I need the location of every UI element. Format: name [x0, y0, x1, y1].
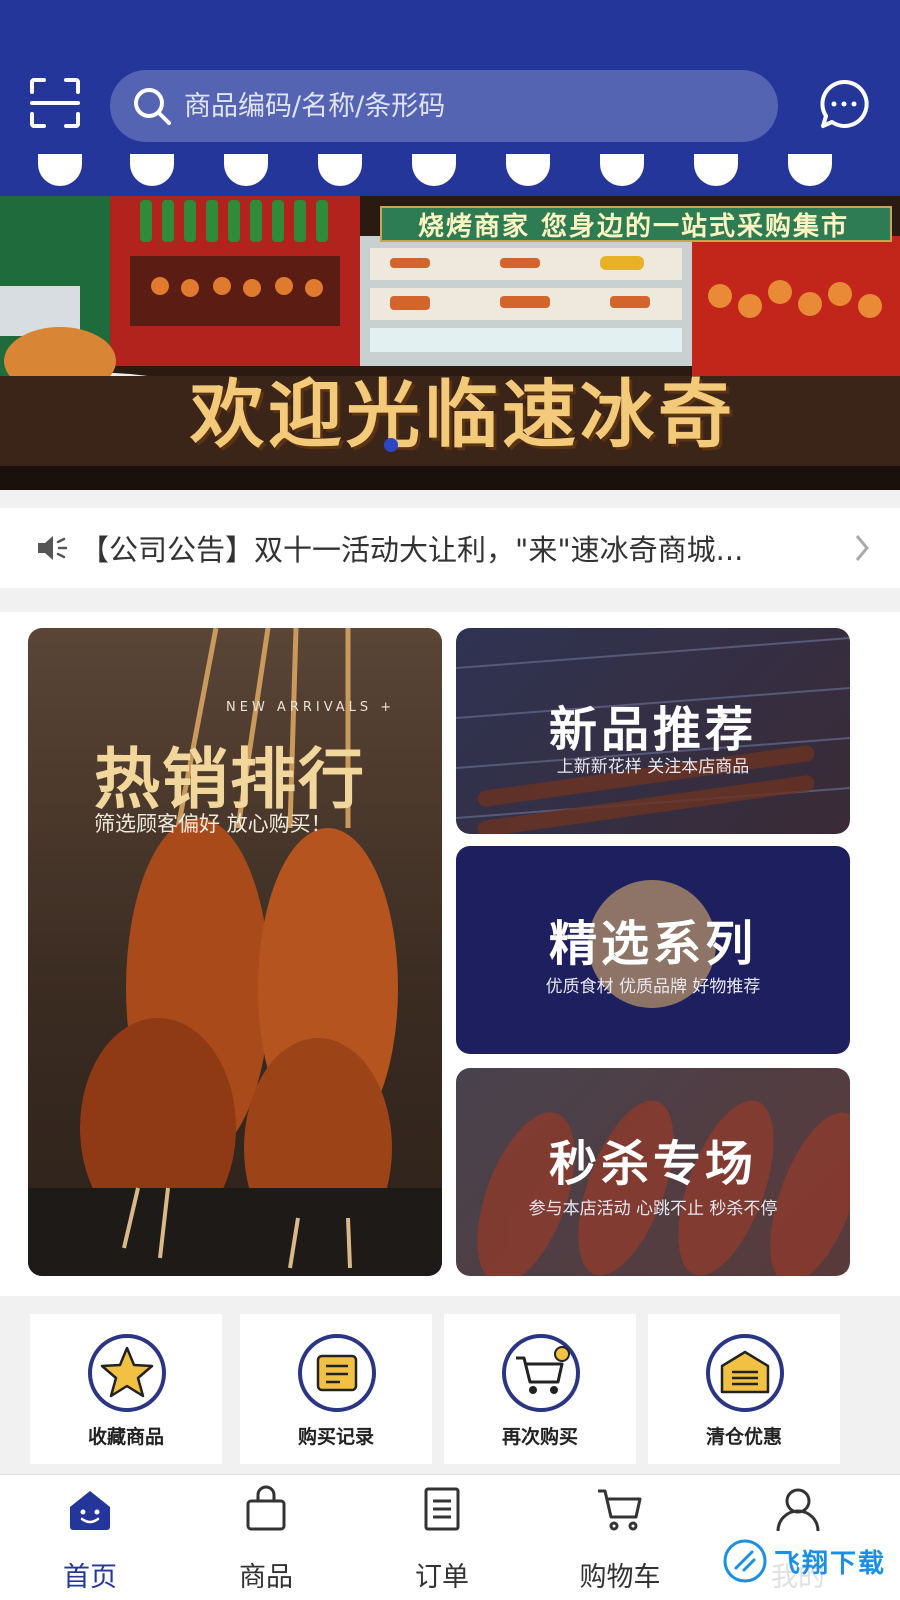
shortcut-label: 收藏商品 [87, 1426, 164, 1448]
bag-icon [246, 1485, 286, 1531]
cart-add-icon [502, 1334, 580, 1412]
announcement-text: 【公司公告】双十一活动大让利，"来"速冰奇商城... [80, 533, 744, 567]
carousel-indicator[interactable] [384, 438, 398, 452]
cart-icon [598, 1489, 642, 1531]
scan-icon[interactable] [28, 76, 82, 130]
nav-orders[interactable]: 订单 [352, 1475, 532, 1600]
selected-series-card[interactable]: 精选系列 优质食材 优质品牌 好物推荐 [456, 846, 850, 1054]
selected-series-subtitle: 优质食材 优质品牌 好物推荐 [545, 977, 761, 997]
watermark-logo-icon [723, 1539, 767, 1583]
new-arrivals-card[interactable]: 新品推荐 上新新花样 关注本店商品 [456, 628, 850, 834]
warehouse-icon [706, 1334, 784, 1412]
shortcut-label: 购买记录 [297, 1426, 374, 1448]
shortcut-row: 收藏商品 购买记录 再次购买 清仓优惠 [0, 1296, 900, 1464]
announcement-bar[interactable]: 【公司公告】双十一活动大让利，"来"速冰奇商城... [0, 508, 900, 588]
promo-section: NEW ARRIVALS + 热销排行 筛选顾客偏好 放心购买！ 新品推荐 上新… [0, 612, 900, 1296]
awning-decoration [0, 150, 900, 200]
nav-label: 购物车 [579, 1562, 661, 1593]
star-icon [88, 1334, 166, 1412]
nav-label: 订单 [415, 1562, 469, 1593]
search-input[interactable] [184, 90, 744, 122]
nav-products[interactable]: 商品 [176, 1475, 356, 1600]
shortcut-label: 清仓优惠 [705, 1426, 782, 1448]
hot-ranking-en: NEW ARRIVALS + [226, 700, 396, 715]
seckill-title: 秒杀专场 [548, 1136, 757, 1192]
order-list-icon [424, 1487, 460, 1531]
home-icon [70, 1491, 110, 1530]
chat-bubble-icon[interactable] [818, 78, 870, 130]
user-icon [776, 1488, 820, 1532]
search-icon [134, 88, 171, 125]
shortcut-buy-again[interactable]: 再次购买 [444, 1314, 636, 1464]
hot-ranking-card[interactable]: NEW ARRIVALS + 热销排行 筛选顾客偏好 放心购买！ [28, 628, 442, 1276]
shortcut-favorites[interactable]: 收藏商品 [30, 1314, 222, 1464]
app-screen: 烧烤商家 您身边的一站式采购集市 欢迎光临速冰奇 【公司公告】双十一活动大让利，… [0, 0, 900, 1600]
seckill-card[interactable]: 秒杀专场 参与本店活动 心跳不止 秒杀不停 [456, 1068, 850, 1276]
speaker-icon [38, 536, 68, 560]
selected-series-title: 精选系列 [548, 916, 757, 972]
shortcut-label: 再次购买 [501, 1426, 578, 1448]
nav-label: 首页 [63, 1562, 117, 1593]
scroll-icon [298, 1334, 376, 1412]
nav-cart[interactable]: 购物车 [530, 1475, 710, 1600]
shortcut-purchase-history[interactable]: 购买记录 [240, 1314, 432, 1464]
shortcut-clearance[interactable]: 清仓优惠 [648, 1314, 840, 1464]
nav-home[interactable]: 首页 [0, 1475, 180, 1600]
seckill-subtitle: 参与本店活动 心跳不止 秒杀不停 [528, 1199, 778, 1219]
banner-tagline: 烧烤商家 您身边的一站式采购集市 [380, 206, 892, 242]
watermark-text: 飞翔下载 [774, 1548, 887, 1579]
banner-title: 欢迎光临速冰奇 [190, 372, 736, 458]
new-arrivals-subtitle: 上新新花样 关注本店商品 [556, 757, 750, 777]
site-watermark: 飞翔下载 [718, 1534, 890, 1588]
nav-label: 商品 [239, 1562, 293, 1593]
search-bar[interactable] [110, 70, 778, 142]
hot-ranking-subtitle: 筛选顾客偏好 放心购买！ [94, 812, 332, 836]
new-arrivals-title: 新品推荐 [548, 702, 757, 758]
top-bar [0, 0, 900, 200]
chevron-right-icon[interactable] [852, 532, 872, 564]
